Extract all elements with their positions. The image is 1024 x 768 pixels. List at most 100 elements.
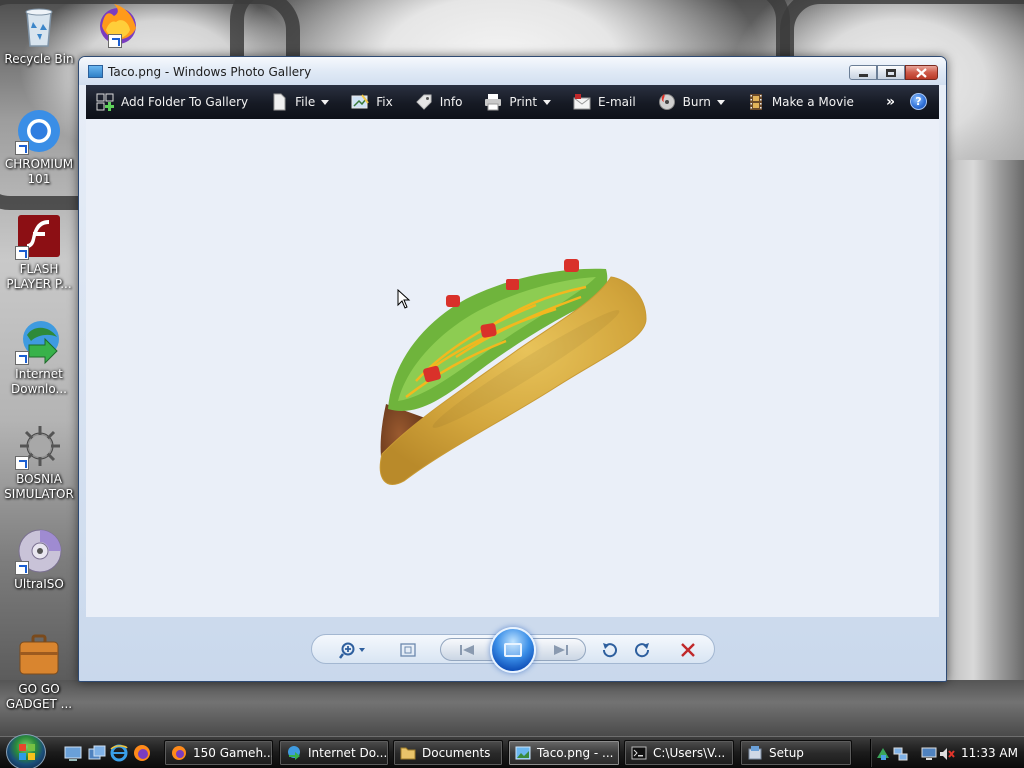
desktop-icon-ultraiso[interactable]: UltraISO [1, 527, 77, 592]
cmd-icon [631, 745, 647, 761]
delete-button[interactable] [676, 639, 700, 661]
taskbar-button-label: C:\Users\V... [653, 746, 726, 760]
desktop-icon-label: Recycle Bin [4, 52, 74, 66]
internet-explorer-quicklaunch[interactable] [110, 744, 128, 762]
make-a-movie-button[interactable]: Make a Movie [747, 85, 854, 119]
taskbar-button-photo-gallery[interactable]: Taco.png - ... [508, 740, 620, 766]
disc-icon [15, 527, 63, 575]
taskbar-button-label: Taco.png - ... [537, 746, 614, 760]
flash-player-icon [15, 212, 63, 260]
taskbar-button-label: 150 Gameh... [193, 746, 273, 760]
chevron-down-icon [321, 99, 330, 105]
desktop-icon-firefox[interactable] [78, 0, 154, 50]
zoom-button[interactable] [338, 639, 372, 661]
desktop-icon-label: FLASH PLAYER P... [6, 262, 72, 291]
taskbar-button-command-prompt[interactable]: C:\Users\V... [624, 740, 734, 766]
firefox-icon [171, 745, 187, 761]
file-menu-button[interactable]: File [270, 85, 330, 119]
shortcut-arrow-icon [15, 141, 29, 155]
rotate-clockwise-button[interactable] [632, 639, 654, 661]
setup-icon [747, 745, 763, 761]
slideshow-button[interactable] [490, 627, 536, 673]
desktop-icon-chromium[interactable]: CHROMIUM 101 [1, 107, 77, 187]
close-button[interactable] [905, 65, 938, 80]
taskbar-button-documents[interactable]: Documents [393, 740, 503, 766]
file-icon [270, 93, 288, 111]
window-title: Taco.png - Windows Photo Gallery [108, 65, 312, 79]
taskbar: 150 Gameh... Internet Do... Documents Ta… [0, 734, 1024, 768]
idm-icon [286, 745, 302, 761]
zoom-icon [339, 642, 365, 659]
taskbar-button-internet-download-manager[interactable]: Internet Do... [279, 740, 389, 766]
next-icon [554, 645, 568, 655]
shortcut-arrow-icon [15, 246, 29, 260]
window-titlebar[interactable]: Taco.png - Windows Photo Gallery [79, 57, 946, 85]
info-button[interactable]: Info [415, 85, 463, 119]
switch-windows-icon [88, 745, 106, 760]
desktop-icon-flash-player[interactable]: FLASH PLAYER P... [1, 212, 77, 292]
next-button[interactable] [546, 639, 576, 661]
help-button[interactable]: ? [910, 93, 927, 110]
start-button[interactable] [6, 734, 46, 768]
system-tray: 11:33 AM [870, 739, 1020, 767]
burn-menu-button[interactable]: Burn [658, 85, 725, 119]
firefox-icon [134, 745, 150, 761]
photo-gallery-window: Taco.png - Windows Photo Gallery Add Fol… [78, 56, 947, 682]
info-tag-icon [415, 93, 433, 111]
print-menu-button[interactable]: Print [484, 85, 552, 119]
desktop-icon-bosnia-simulator[interactable]: BOSNIA SIMULATOR [1, 422, 77, 502]
toolbar-overflow-button[interactable]: » [886, 94, 895, 110]
previous-icon [460, 645, 474, 655]
network-tray-icon[interactable] [875, 746, 891, 762]
desktop-icon-label: Internet Downlo... [11, 367, 67, 396]
burn-disc-icon [658, 93, 676, 111]
actual-size-icon [400, 643, 416, 657]
toolbar-label: File [295, 95, 316, 109]
film-icon [747, 93, 765, 111]
taskbar-button-setup[interactable]: Setup [740, 740, 852, 766]
add-folder-icon [96, 93, 114, 111]
taskbar-button-label: Documents [422, 746, 491, 760]
minimize-button[interactable] [849, 65, 877, 80]
cursor-icon [397, 288, 411, 309]
toolbar-label: Info [439, 95, 463, 109]
rotate-counterclockwise-button[interactable] [598, 639, 620, 661]
toolbar-label: Fix [376, 95, 393, 109]
toolbar-label: Burn [682, 95, 711, 109]
caption-buttons [849, 65, 938, 80]
desktop-icon-recycle-bin[interactable]: Recycle Bin [1, 2, 77, 67]
desktop-icon-label: GO GO GADGET ... [5, 682, 73, 711]
email-button[interactable]: E-mail [573, 85, 636, 119]
volume-muted-icon[interactable] [939, 746, 955, 762]
system-clock[interactable]: 11:33 AM [961, 746, 1018, 760]
network-connection-icon[interactable] [893, 746, 909, 762]
actual-size-button[interactable] [396, 639, 420, 661]
toolbar-label: Add Folder To Gallery [121, 95, 249, 109]
toolbar-label: Print [509, 95, 538, 109]
maximize-button[interactable] [877, 65, 905, 80]
recycle-bin-icon [15, 2, 63, 50]
firefox-quicklaunch[interactable] [133, 744, 151, 762]
desktop-icon-label: BOSNIA SIMULATOR [4, 472, 74, 501]
desktop-icon-internet-download-manager[interactable]: Internet Downlo... [1, 317, 77, 397]
show-desktop-button[interactable] [64, 744, 82, 762]
bosnia-simulator-icon [15, 422, 63, 470]
chromium-icon [15, 107, 63, 155]
rotate-clockwise-icon [635, 643, 650, 658]
fix-button[interactable]: Fix [351, 85, 393, 119]
display-tray-icon[interactable] [921, 746, 937, 762]
folder-icon [400, 745, 416, 761]
taskbar-button-firefox[interactable]: 150 Gameh... [164, 740, 273, 766]
photo-gallery-icon [515, 745, 531, 761]
desktop-icon-go-go-gadget[interactable]: GO GO GADGET ... [1, 632, 77, 712]
fix-icon [351, 93, 370, 111]
switch-windows-button[interactable] [88, 744, 106, 762]
previous-button[interactable] [452, 639, 482, 661]
add-folder-to-gallery-button[interactable]: Add Folder To Gallery [96, 85, 248, 119]
shortcut-arrow-icon [15, 456, 29, 470]
toolbar-label: Make a Movie [771, 95, 854, 109]
printer-icon [484, 93, 502, 111]
image-viewer[interactable] [86, 119, 939, 617]
shortcut-arrow-icon [108, 34, 122, 48]
email-icon [573, 93, 591, 111]
